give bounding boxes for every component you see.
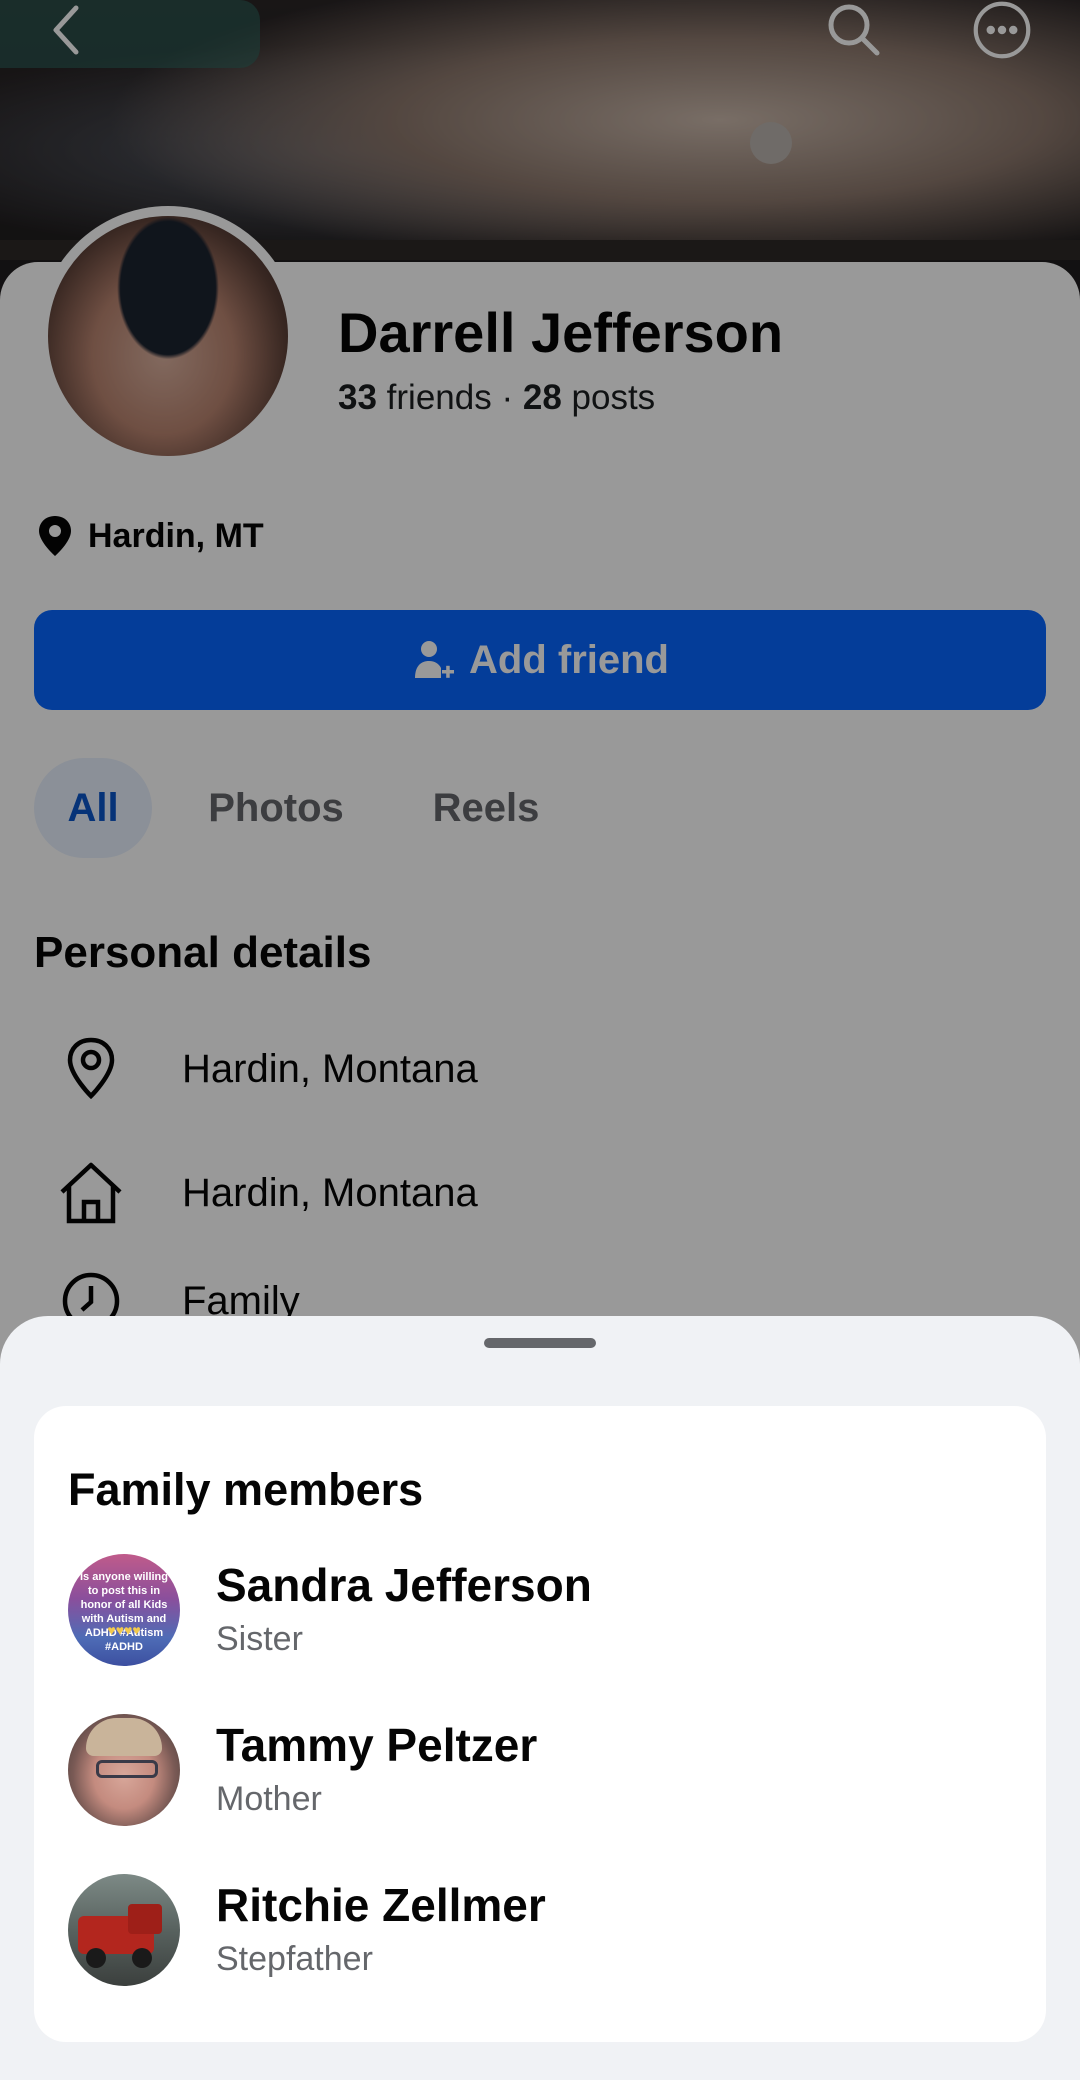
family-member-relation: Stepfather bbox=[216, 1940, 373, 1978]
avatar-detail bbox=[132, 1948, 152, 1968]
avatar[interactable]: Is anyone willing to post this in honor … bbox=[68, 1554, 180, 1666]
family-members-sheet: Family members Is anyone willing to post… bbox=[0, 1316, 1080, 2080]
avatar-post-text: Is anyone willing to post this in honor … bbox=[79, 1571, 169, 1653]
family-member-item[interactable]: Ritchie Zellmer Stepfather bbox=[68, 1874, 1008, 1986]
avatar-detail bbox=[96, 1760, 158, 1778]
avatar[interactable] bbox=[68, 1714, 180, 1826]
family-member-item[interactable]: Tammy Peltzer Mother bbox=[68, 1714, 1008, 1826]
avatar-detail bbox=[128, 1904, 162, 1934]
sheet-drag-handle[interactable] bbox=[484, 1338, 596, 1348]
family-member-name[interactable]: Tammy Peltzer bbox=[216, 1718, 537, 1772]
family-member-item[interactable]: Is anyone willing to post this in honor … bbox=[68, 1554, 1008, 1666]
avatar-detail bbox=[86, 1718, 162, 1756]
avatar[interactable] bbox=[68, 1874, 180, 1986]
family-members-panel: Family members Is anyone willing to post… bbox=[34, 1406, 1046, 2042]
hearts-icon: ♥♥♥♥ bbox=[107, 1622, 141, 1638]
family-members-title: Family members bbox=[68, 1464, 424, 1515]
family-member-relation: Sister bbox=[216, 1620, 303, 1658]
family-member-relation: Mother bbox=[216, 1780, 322, 1818]
profile-screen: Darrell Jefferson 33 friends · 28 posts … bbox=[0, 0, 1080, 2080]
family-member-name[interactable]: Ritchie Zellmer bbox=[216, 1878, 546, 1932]
family-member-name[interactable]: Sandra Jefferson bbox=[216, 1558, 592, 1612]
avatar-detail bbox=[86, 1948, 106, 1968]
